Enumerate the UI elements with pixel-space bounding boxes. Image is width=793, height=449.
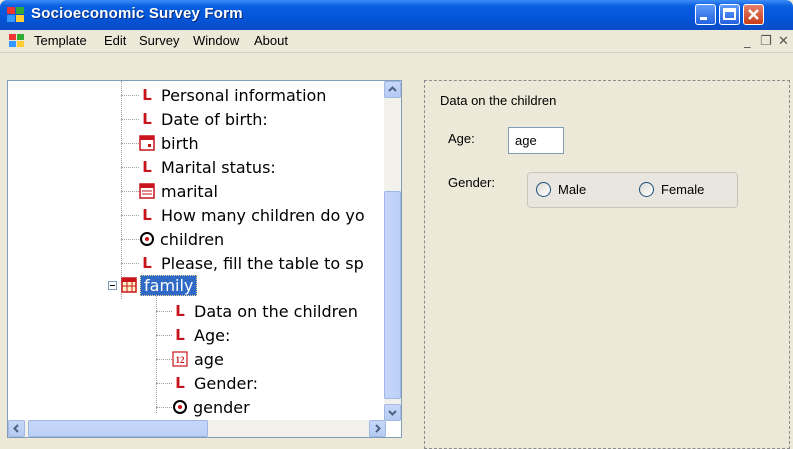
scroll-down-button[interactable] — [384, 404, 401, 421]
template-tree[interactable]: L Personal information L Date of birth: … — [7, 80, 402, 438]
window-title: Socioeconomic Survey Form — [31, 5, 243, 22]
mdi-restore-icon[interactable]: ❐ — [760, 34, 772, 49]
female-label[interactable]: Female — [661, 182, 704, 197]
title-bar[interactable]: Socioeconomic Survey Form — [0, 0, 793, 30]
tree-item[interactable]: L Please, fill the table to sp — [139, 251, 367, 275]
menu-edit[interactable]: Edit — [104, 33, 126, 48]
tree-item[interactable]: L Personal information — [139, 83, 329, 107]
tree-item[interactable]: L Marital status: — [139, 155, 279, 179]
chevron-down-icon — [388, 410, 397, 416]
label-icon: L — [142, 158, 152, 176]
minimize-icon — [700, 17, 707, 20]
female-radio[interactable] — [639, 182, 654, 197]
scroll-up-button[interactable] — [384, 81, 401, 98]
tree-item-label: Date of birth: — [161, 109, 268, 129]
numeric-field-icon: 12 — [172, 351, 188, 367]
scroll-right-button[interactable] — [369, 420, 386, 437]
label-icon: L — [175, 302, 185, 320]
form-section-title: Data on the children — [440, 93, 557, 108]
close-icon — [748, 9, 759, 20]
male-label[interactable]: Male — [558, 182, 586, 197]
form-preview-panel — [424, 80, 790, 449]
radio-field-icon — [140, 232, 154, 246]
menu-about[interactable]: About — [254, 33, 288, 48]
horizontal-scroll-thumb[interactable] — [28, 420, 208, 437]
menu-template[interactable]: Template — [34, 33, 87, 48]
label-icon: L — [142, 254, 152, 272]
app-icon — [9, 34, 24, 47]
mdi-minimize-icon[interactable]: _ — [744, 34, 751, 49]
radio-field-icon — [173, 400, 187, 414]
chevron-left-icon — [13, 424, 19, 433]
label-icon: L — [175, 326, 185, 344]
label-icon: L — [175, 374, 185, 392]
tree-item-label: Gender: — [194, 373, 259, 393]
horizontal-scrollbar[interactable] — [8, 420, 386, 437]
vertical-scrollbar[interactable] — [384, 81, 401, 421]
scroll-left-button[interactable] — [8, 420, 25, 437]
tree-item[interactable]: L Data on the children — [172, 299, 361, 323]
menu-survey[interactable]: Survey — [139, 33, 179, 48]
tree-item[interactable]: L Gender: — [172, 371, 261, 395]
age-label: Age: — [448, 131, 475, 146]
tree-item-label: family — [140, 274, 198, 296]
minimize-button[interactable] — [695, 4, 716, 25]
tree-item[interactable]: L Date of birth: — [139, 107, 271, 131]
tree-item-label: Marital status: — [161, 157, 276, 177]
app-icon — [7, 7, 24, 22]
gender-radio-group[interactable]: Male Female — [527, 172, 738, 208]
menu-window[interactable]: Window — [193, 33, 239, 48]
tree-item-selected[interactable]: family — [121, 273, 198, 297]
tree-item-label: Age: — [194, 325, 231, 345]
label-icon: L — [142, 86, 152, 104]
tree-item-label: children — [160, 229, 225, 249]
tree-item-label: Data on the children — [194, 301, 358, 321]
mdi-close-icon[interactable]: ✕ — [778, 34, 789, 49]
tree-item[interactable]: birth — [139, 131, 202, 155]
panel-splitter[interactable] — [404, 80, 422, 449]
tree-item-label: age — [194, 349, 224, 369]
tree-item-label: Personal information — [161, 85, 327, 105]
table-icon — [121, 277, 137, 293]
menu-bar: Template Edit Survey Window About _ ❐ ✕ — [0, 30, 793, 53]
chevron-up-icon — [388, 86, 397, 92]
minus-icon — [110, 285, 115, 286]
tree-item-label: birth — [161, 133, 199, 153]
dropdown-field-icon — [139, 183, 155, 199]
tree-item-label: gender — [193, 397, 250, 417]
label-icon: L — [142, 110, 152, 128]
tree-item[interactable]: L How many children do yo — [139, 203, 368, 227]
svg-text:12: 12 — [176, 355, 186, 365]
age-input[interactable]: age — [508, 127, 564, 154]
chevron-right-icon — [375, 424, 381, 433]
label-icon: L — [142, 206, 152, 224]
tree-item[interactable]: 12 age — [172, 347, 227, 371]
tree-item[interactable]: L Age: — [172, 323, 233, 347]
tree-item-label: Please, fill the table to sp — [161, 253, 364, 273]
vertical-scroll-thumb[interactable] — [384, 191, 401, 399]
tree-item[interactable]: children — [140, 227, 227, 251]
tree-item-label: marital — [161, 181, 218, 201]
tree-item[interactable]: marital — [139, 179, 221, 203]
close-button[interactable] — [743, 4, 764, 25]
date-field-icon — [139, 135, 155, 151]
maximize-icon — [723, 8, 736, 20]
gender-label: Gender: — [448, 175, 495, 190]
tree-item-label: How many children do yo — [161, 205, 365, 225]
male-radio[interactable] — [536, 182, 551, 197]
collapse-toggle[interactable] — [108, 281, 117, 290]
tree-item[interactable]: gender — [173, 395, 253, 419]
maximize-button[interactable] — [719, 4, 740, 25]
